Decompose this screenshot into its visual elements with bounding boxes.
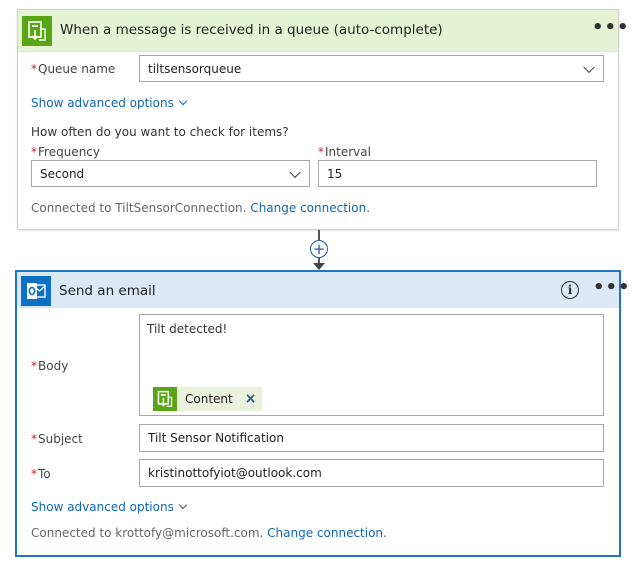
connector-arrow-icon: [313, 263, 325, 270]
queue-name-label: *Queue name: [31, 62, 116, 76]
check-frequency-question: How often do you want to check for items…: [31, 125, 289, 139]
queue-name-value: tiltsensorqueue: [148, 61, 242, 76]
chevron-down-icon: [289, 166, 301, 178]
interval-value: 15: [327, 166, 343, 181]
service-bus-icon: [153, 387, 177, 411]
service-bus-icon: [22, 16, 52, 46]
body-text: Tilt detected!: [147, 322, 228, 336]
send-email-header[interactable]: Send an email i •••: [17, 272, 630, 308]
to-value: kristinottofyiot@outlook.com: [148, 466, 322, 480]
frequency-value: Second: [40, 166, 85, 181]
subject-value: Tilt Sensor Notification: [148, 431, 284, 445]
chevron-down-icon: [583, 61, 595, 73]
subject-label: *Subject: [31, 432, 83, 446]
chevron-down-icon: [178, 500, 188, 510]
send-email-change-connection-link[interactable]: Change connection.: [267, 526, 387, 540]
to-label: *To: [31, 467, 51, 481]
send-email-connection-info: Connected to krottofy@microsoft.com. Cha…: [31, 526, 387, 540]
interval-label: *Interval: [318, 145, 371, 159]
frequency-dropdown[interactable]: Second: [31, 160, 310, 187]
content-token-label: Content: [185, 392, 233, 406]
body-input[interactable]: Tilt detected! Content ×: [139, 314, 604, 416]
trigger-change-connection-link[interactable]: Change connection.: [250, 201, 370, 215]
connector-line-top: [318, 230, 320, 240]
trigger-title: When a message is received in a queue (a…: [60, 22, 443, 38]
interval-input[interactable]: 15: [318, 160, 597, 187]
frequency-label: *Frequency: [31, 145, 100, 159]
chevron-down-icon: [178, 96, 188, 106]
trigger-show-advanced-options[interactable]: Show advanced options: [31, 96, 188, 110]
to-input[interactable]: kristinottofyiot@outlook.com: [139, 459, 604, 487]
trigger-connection-info: Connected to TiltSensorConnection. Chang…: [31, 201, 371, 215]
content-token[interactable]: Content ×: [153, 387, 263, 411]
send-email-title: Send an email: [59, 283, 156, 299]
trigger-card: When a message is received in a queue (a…: [17, 9, 629, 230]
subject-input[interactable]: Tilt Sensor Notification: [139, 424, 604, 452]
outlook-icon: [21, 276, 51, 306]
queue-name-dropdown[interactable]: tiltsensorqueue: [139, 55, 604, 82]
send-email-menu-button[interactable]: •••: [593, 279, 631, 297]
info-icon[interactable]: i: [561, 281, 579, 299]
trigger-menu-button[interactable]: •••: [592, 19, 630, 37]
add-step-button[interactable]: +: [310, 240, 328, 258]
send-email-show-advanced-options[interactable]: Show advanced options: [31, 500, 188, 514]
remove-token-icon[interactable]: ×: [245, 391, 257, 407]
body-label: *Body: [31, 359, 69, 373]
trigger-header[interactable]: When a message is received in a queue (a…: [18, 10, 629, 52]
send-email-card: Send an email i ••• *Body Tilt detected!…: [15, 270, 630, 557]
